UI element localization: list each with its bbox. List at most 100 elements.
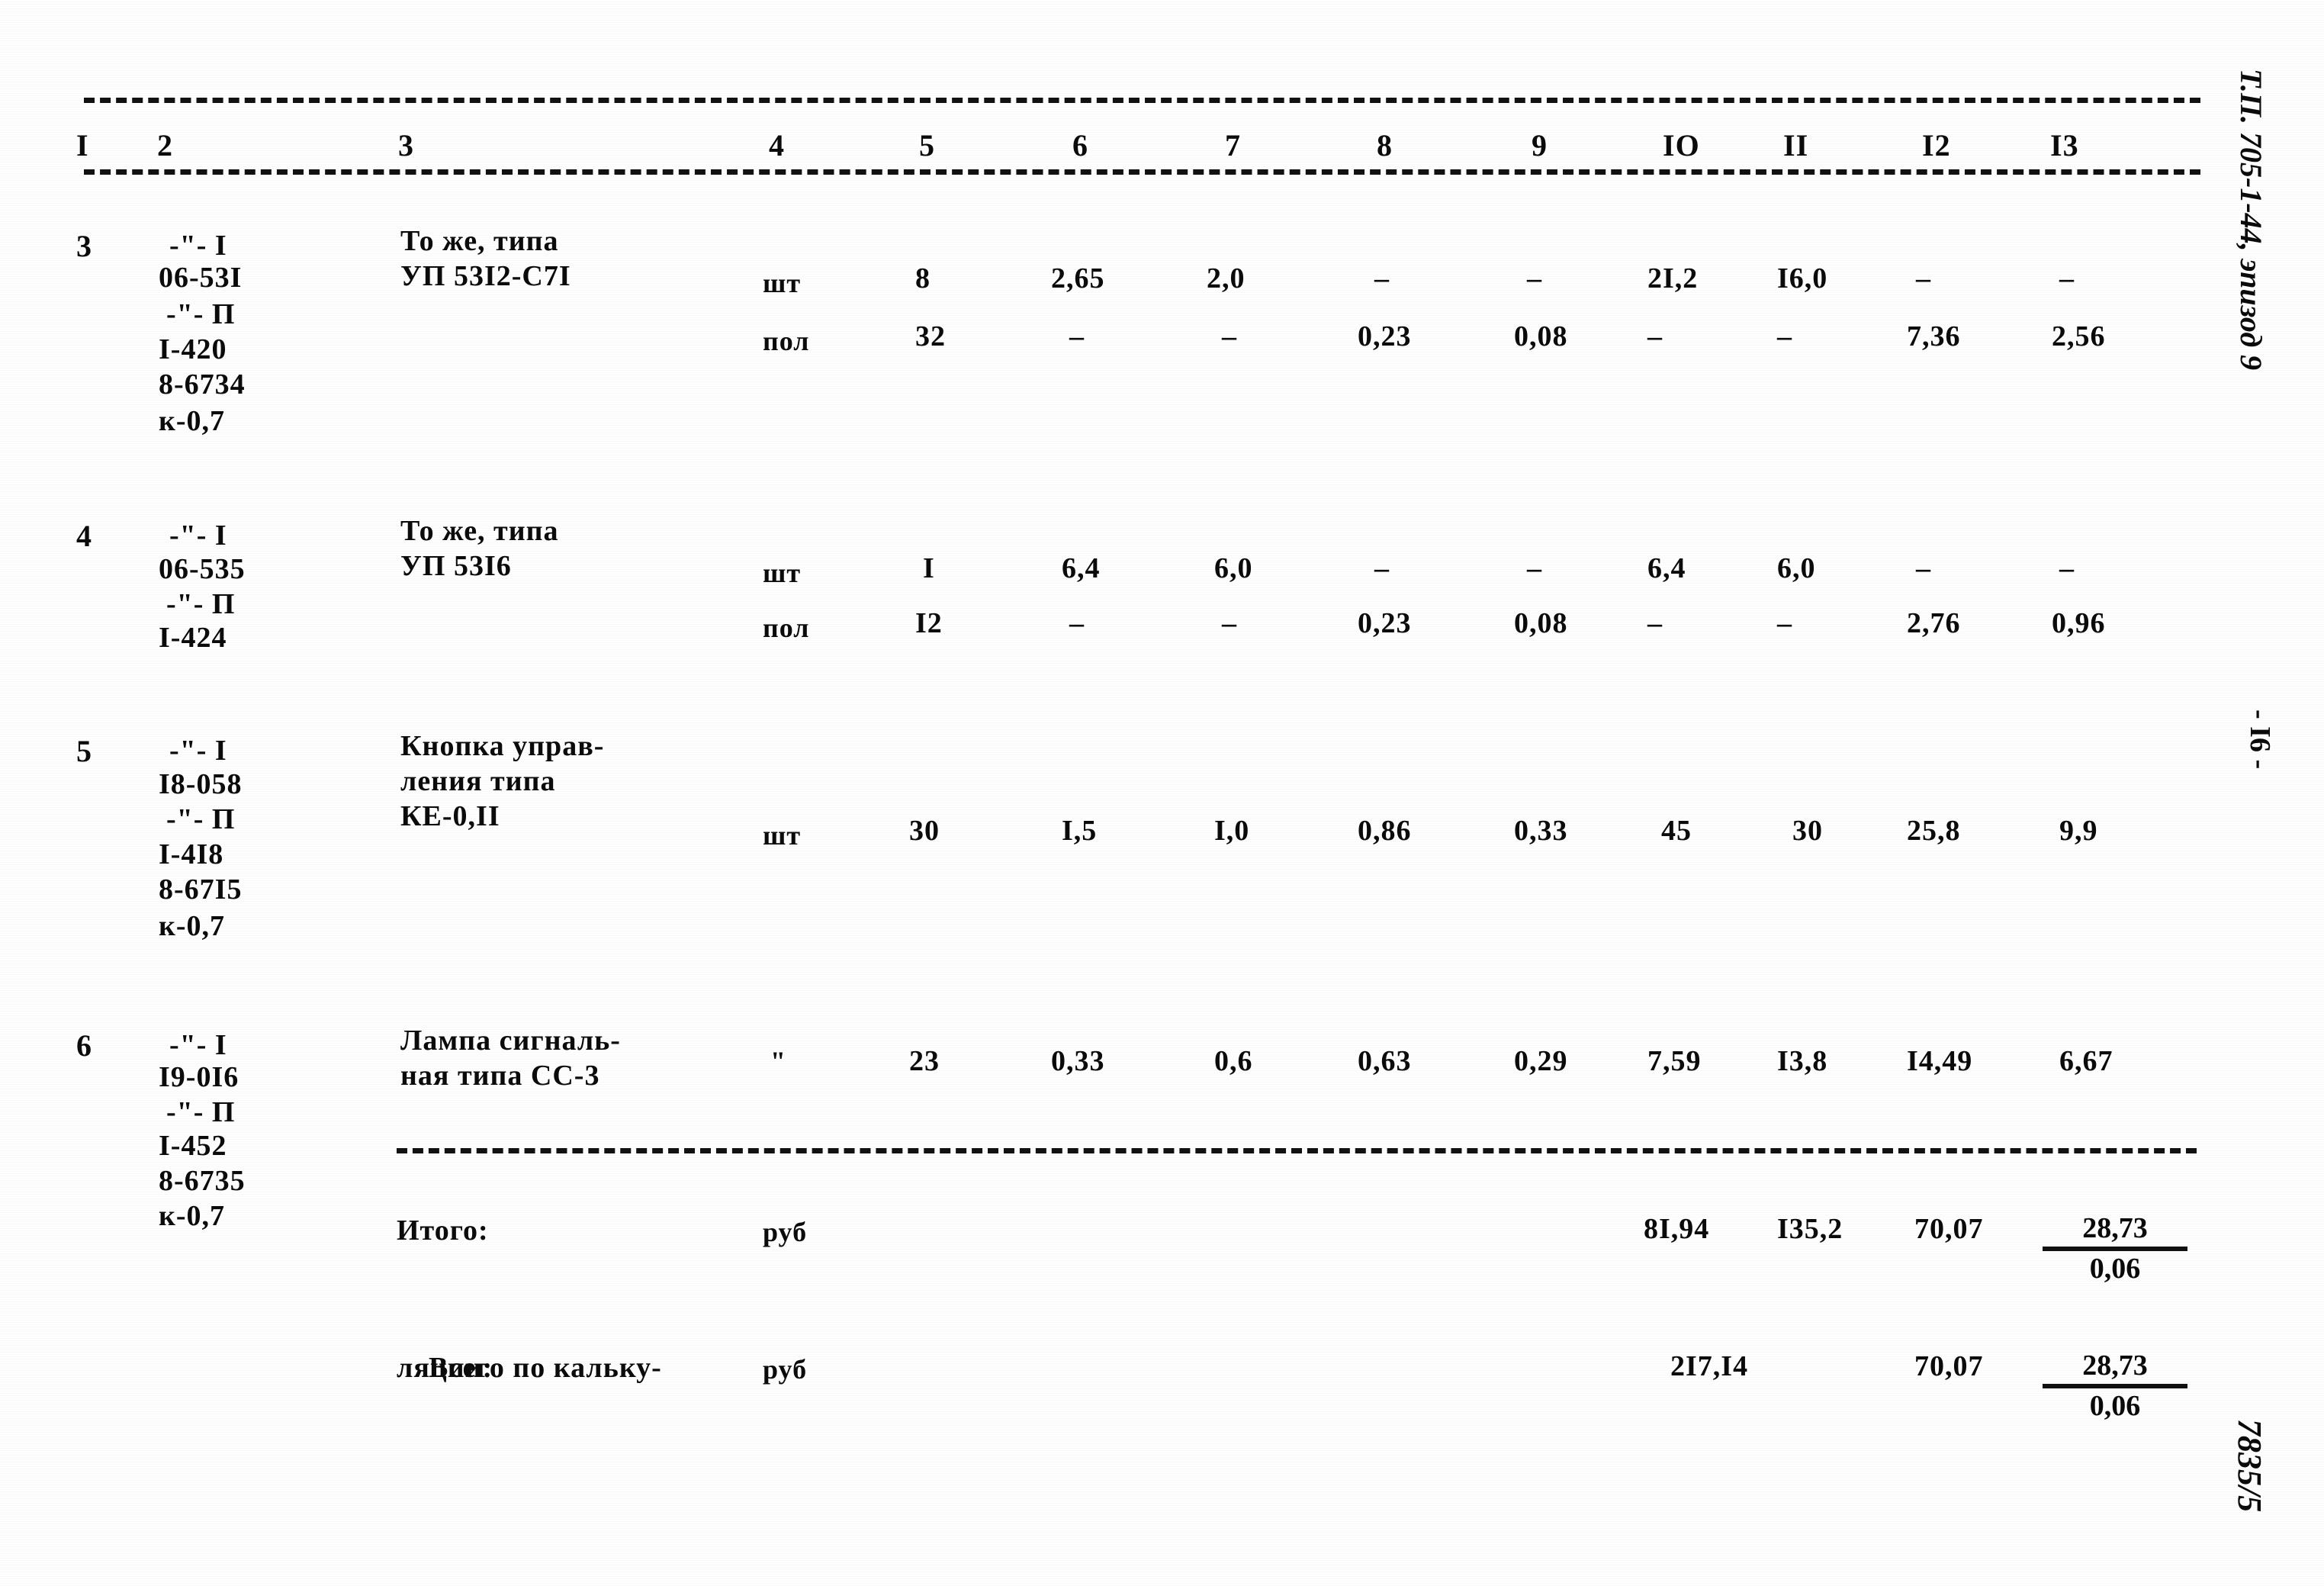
row-5-description-line-3: КЕ-0,II bbox=[400, 800, 500, 832]
row-6-code-6: к-0,7 bbox=[159, 1200, 226, 1232]
row-3-description-line-1: То же, типа bbox=[400, 225, 559, 257]
row-4-line-1-c9: – bbox=[1527, 552, 1542, 584]
row-4-line-1-c13: – bbox=[2059, 552, 2075, 584]
row-6-code-4: I-452 bbox=[159, 1130, 227, 1162]
scanned-document-page: I 2 3 4 5 6 7 8 9 IO II I2 I3 3 -"- I 06… bbox=[0, 0, 2324, 1586]
row-3-code-6: к-0,7 bbox=[159, 405, 226, 437]
row-3-line-1-c7: 2,0 bbox=[1207, 262, 1246, 294]
column-header-7: 7 bbox=[1225, 128, 1241, 162]
fraction-bar-icon bbox=[2043, 1384, 2187, 1388]
document-stamp: 7835/5 bbox=[2231, 1419, 2268, 1513]
row-3-line-2-c9: 0,08 bbox=[1514, 320, 1568, 352]
row-5-line-1-c7: I,0 bbox=[1214, 815, 1250, 847]
row-3-line-1-c5: 8 bbox=[915, 262, 931, 294]
totals-subtotal-c12: 70,07 bbox=[1914, 1213, 1984, 1245]
row-4-line-1-c6: 6,4 bbox=[1062, 552, 1101, 584]
totals-subtotal-c13-numerator: 28,73 bbox=[2082, 1212, 2148, 1244]
row-4-line-2-c6: – bbox=[1069, 607, 1085, 639]
fraction-bar-icon bbox=[2043, 1247, 2187, 1251]
row-5-line-1-c12: 25,8 bbox=[1907, 815, 1961, 847]
row-4-line-2-c13: 0,96 bbox=[2052, 607, 2106, 639]
row-3-line-2-c10: – bbox=[1647, 320, 1663, 352]
row-5-line-1-c8: 0,86 bbox=[1358, 815, 1412, 847]
table-header-rule bbox=[84, 169, 2200, 175]
row-5-description-line-1: Кнопка управ- bbox=[400, 730, 605, 762]
row-3-line-2-c13: 2,56 bbox=[2052, 320, 2106, 352]
page-number: - I6 - bbox=[2244, 709, 2276, 770]
row-4-line-2-c12: 2,76 bbox=[1907, 607, 1961, 639]
row-6-code-3: -"- П bbox=[166, 1096, 236, 1128]
row-3-line-2-c12: 7,36 bbox=[1907, 320, 1961, 352]
row-6-line-1-c6: 0,33 bbox=[1051, 1045, 1105, 1077]
row-5-line-1-c10: 45 bbox=[1661, 815, 1692, 847]
row-5-code-4: I-4I8 bbox=[159, 838, 224, 870]
row-6-description-line-1: Лампа сигналь- bbox=[400, 1025, 621, 1057]
totals-unit-grand: руб bbox=[763, 1354, 808, 1385]
row-5-code-1: -"- I bbox=[169, 735, 227, 767]
row-5-line-1-unit: шт bbox=[763, 820, 802, 851]
row-4-description-line-1: То же, типа bbox=[400, 515, 559, 547]
row-5-line-1-c9: 0,33 bbox=[1514, 815, 1568, 847]
row-6-description-line-2: ная типа СС-3 bbox=[400, 1060, 600, 1092]
row-5-line-1-c13: 9,9 bbox=[2059, 815, 2098, 847]
row-4-line-2-c8: 0,23 bbox=[1358, 607, 1412, 639]
totals-grand-c10: 2I7,I4 bbox=[1670, 1350, 1749, 1382]
column-header-6: 6 bbox=[1072, 128, 1088, 162]
totals-subtotal-c11: I35,2 bbox=[1777, 1213, 1843, 1245]
table-row: 5 bbox=[76, 734, 92, 768]
row-4-code-1: -"- I bbox=[169, 520, 227, 552]
row-6-line-1-c13: 6,67 bbox=[2059, 1045, 2113, 1077]
row-4-line-1-unit: шт bbox=[763, 558, 802, 588]
row-4-line-2-c9: 0,08 bbox=[1514, 607, 1568, 639]
row-4-code-2: 06-535 bbox=[159, 553, 246, 585]
row-6-line-1-c5: 23 bbox=[909, 1045, 940, 1077]
column-header-5: 5 bbox=[919, 128, 935, 162]
totals-label-grand-line-2: ляции: bbox=[397, 1352, 493, 1384]
column-header-1: I bbox=[76, 128, 89, 162]
column-header-10: IO bbox=[1663, 128, 1700, 162]
row-5-code-5: 8-67I5 bbox=[159, 873, 243, 906]
table-top-rule bbox=[84, 98, 2200, 103]
row-5-code-2: I8-058 bbox=[159, 768, 243, 800]
column-header-8: 8 bbox=[1377, 128, 1393, 162]
totals-subtotal-c13-fraction: 28,73 0,06 bbox=[2043, 1211, 2187, 1285]
row-5-line-1-c5: 30 bbox=[909, 815, 940, 847]
row-4-line-2-unit: пол bbox=[763, 613, 810, 643]
row-4-line-2-c7: – bbox=[1222, 607, 1237, 639]
row-3-line-1-c13: – bbox=[2059, 262, 2075, 294]
column-header-9: 9 bbox=[1532, 128, 1548, 162]
row-4-line-1-c5: I bbox=[923, 552, 935, 584]
row-3-line-2-unit: пол bbox=[763, 326, 810, 356]
totals-label-subtotal: Итого: bbox=[397, 1214, 489, 1247]
row-4-line-1-c10: 6,4 bbox=[1647, 552, 1686, 584]
column-header-4: 4 bbox=[769, 128, 785, 162]
row-3-line-2-c6: – bbox=[1069, 320, 1085, 352]
row-3-code-5: 8-6734 bbox=[159, 368, 246, 401]
row-6-line-1-unit: " bbox=[770, 1046, 786, 1076]
totals-separator-rule bbox=[397, 1148, 2197, 1153]
row-6-line-1-c9: 0,29 bbox=[1514, 1045, 1568, 1077]
row-5-description-line-2: ления типа bbox=[400, 765, 556, 797]
margin-reference-note: Т.П. 705-1-44, эпизод 9 bbox=[2234, 69, 2268, 371]
row-3-line-1-c10: 2I,2 bbox=[1647, 262, 1699, 294]
row-3-line-1-c11: I6,0 bbox=[1777, 262, 1828, 294]
row-6-code-5: 8-6735 bbox=[159, 1165, 246, 1197]
totals-subtotal-c13-denominator: 0,06 bbox=[2089, 1253, 2141, 1285]
column-header-12: I2 bbox=[1922, 128, 1951, 162]
totals-grand-c13-numerator: 28,73 bbox=[2082, 1350, 2148, 1382]
totals-grand-c13-fraction: 28,73 0,06 bbox=[2043, 1349, 2187, 1423]
row-4-line-1-c7: 6,0 bbox=[1214, 552, 1253, 584]
row-6-code-2: I9-0I6 bbox=[159, 1061, 239, 1093]
totals-grand-c12: 70,07 bbox=[1914, 1350, 1984, 1382]
row-5-line-1-c11: 30 bbox=[1792, 815, 1823, 847]
column-header-3: 3 bbox=[398, 128, 414, 162]
row-4-code-4: I-424 bbox=[159, 622, 227, 654]
row-4-code-3: -"- П bbox=[166, 588, 236, 620]
column-header-2: 2 bbox=[157, 128, 173, 162]
row-3-line-1-unit: шт bbox=[763, 268, 802, 298]
row-3-line-1-c6: 2,65 bbox=[1051, 262, 1105, 294]
row-4-line-2-c10: – bbox=[1647, 607, 1663, 639]
totals-grand-c13-denominator: 0,06 bbox=[2089, 1390, 2141, 1422]
row-3-line-1-c9: – bbox=[1527, 262, 1542, 294]
row-6-line-1-c10: 7,59 bbox=[1647, 1045, 1702, 1077]
